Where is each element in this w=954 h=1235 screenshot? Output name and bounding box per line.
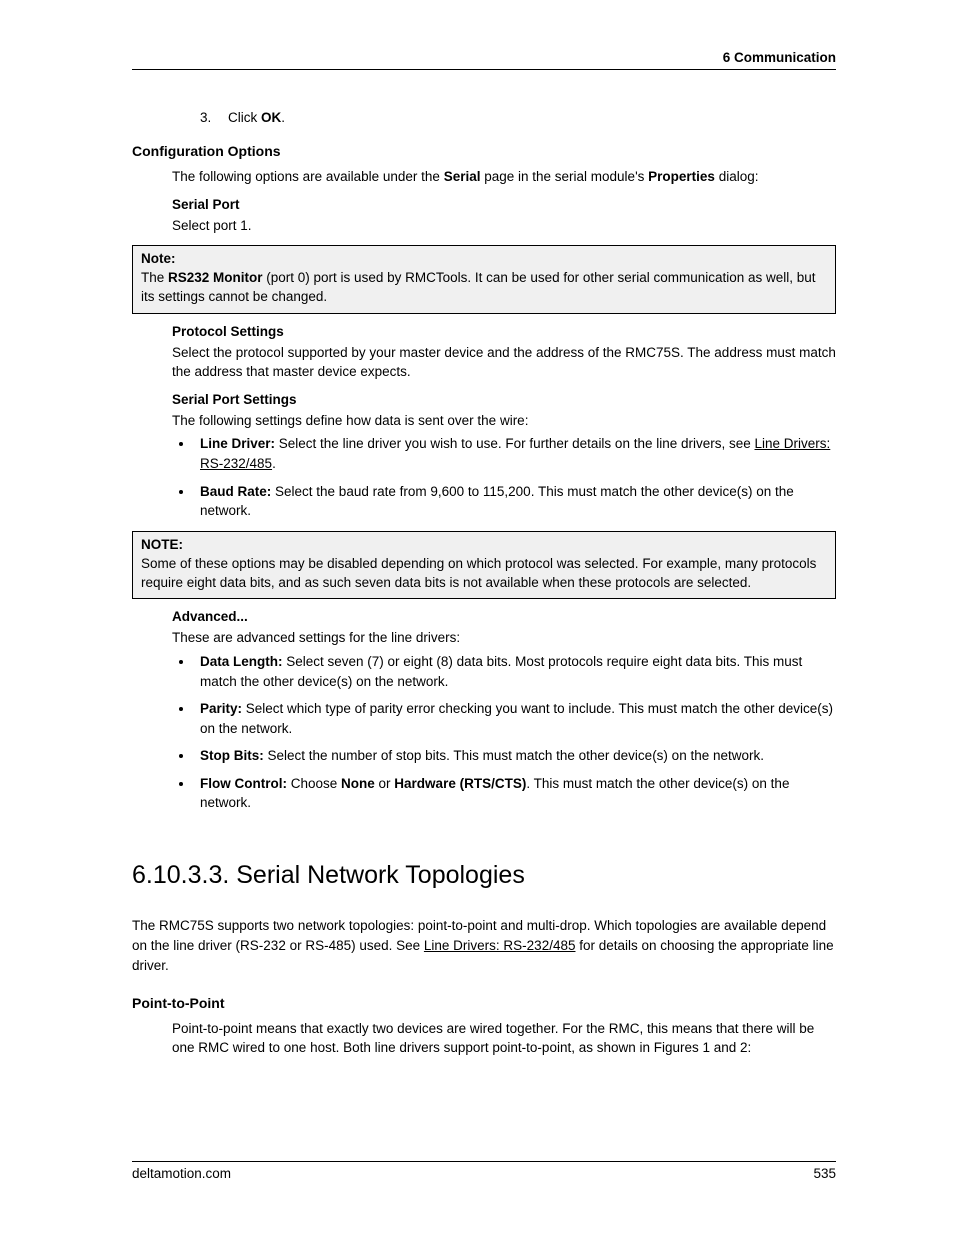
sps-intro: The following settings define how data i… (132, 411, 836, 431)
sps-heading: Serial Port Settings (132, 392, 836, 407)
adv-parity: Parity: Select which type of parity erro… (194, 699, 836, 738)
note-box-1: Note: The RS232 Monitor (port 0) port is… (132, 245, 836, 314)
note-label-2: NOTE: (141, 537, 183, 552)
note-label: Note: (141, 251, 176, 266)
config-options-heading: Configuration Options (132, 143, 836, 159)
adv-data-length: Data Length: Select seven (7) or eight (… (194, 652, 836, 691)
adv-stop-bits: Stop Bits: Select the number of stop bit… (194, 746, 836, 766)
step-3: Click OK. (200, 110, 836, 125)
advanced-list: Data Length: Select seven (7) or eight (… (132, 652, 836, 813)
ptp-body: Point-to-point means that exactly two de… (132, 1019, 836, 1058)
link-line-drivers-2[interactable]: Line Drivers: RS-232/485 (424, 938, 576, 953)
advanced-intro: These are advanced settings for the line… (132, 628, 836, 648)
page-number: 535 (813, 1166, 836, 1181)
serial-port-body: Select port 1. (132, 216, 836, 236)
section-intro: The RMC75S supports two network topologi… (132, 916, 836, 977)
ptp-heading: Point-to-Point (132, 995, 836, 1011)
sps-list: Line Driver: Select the line driver you … (132, 434, 836, 520)
page-header: 6 Communication (132, 50, 836, 70)
protocol-heading: Protocol Settings (132, 324, 836, 339)
footer-site: deltamotion.com (132, 1166, 231, 1181)
advanced-heading: Advanced... (132, 609, 836, 624)
note-box-2: NOTE: Some of these options may be disab… (132, 531, 836, 600)
config-options-intro: The following options are available unde… (132, 167, 836, 187)
adv-flow-control: Flow Control: Choose None or Hardware (R… (194, 774, 836, 813)
serial-port-heading: Serial Port (132, 197, 836, 212)
document-page: 6 Communication Click OK. Configuration … (0, 0, 954, 1235)
sps-line-driver: Line Driver: Select the line driver you … (194, 434, 836, 473)
section-title: 6.10.3.3. Serial Network Topologies (132, 861, 836, 890)
chapter-label: 6 Communication (723, 50, 836, 65)
protocol-body: Select the protocol supported by your ma… (132, 343, 836, 382)
sps-baud-rate: Baud Rate: Select the baud rate from 9,6… (194, 482, 836, 521)
step-list: Click OK. (132, 110, 836, 125)
page-footer: deltamotion.com 535 (132, 1161, 836, 1181)
